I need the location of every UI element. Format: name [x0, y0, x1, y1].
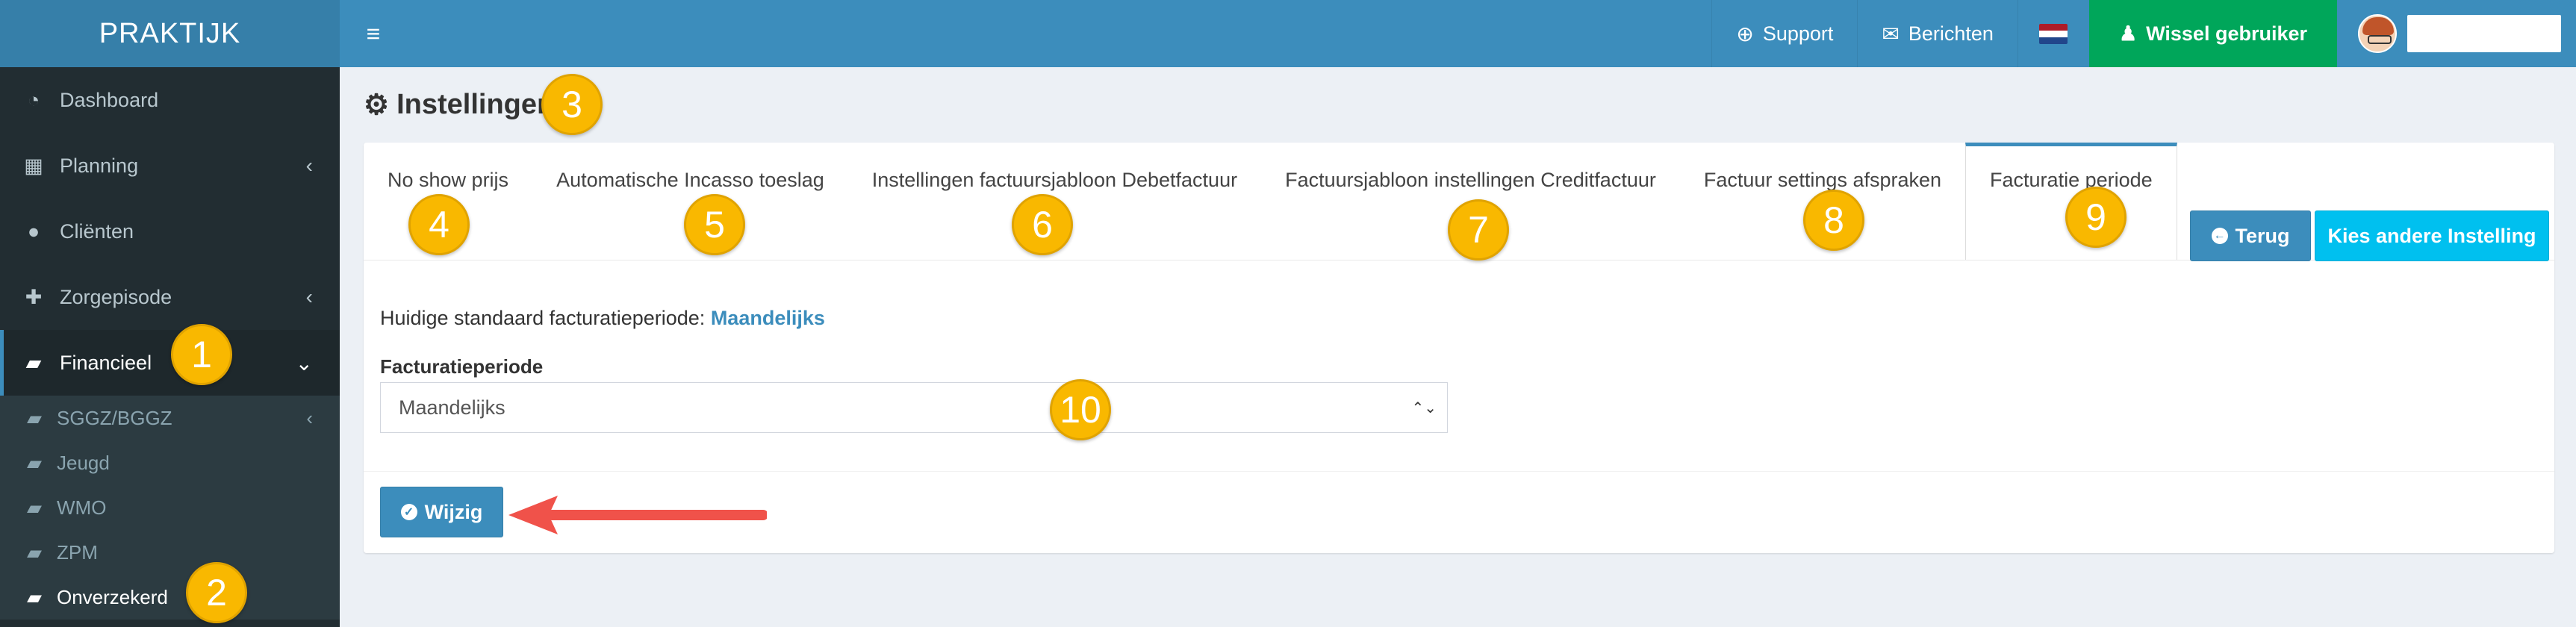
marker-9: 9 [2065, 187, 2127, 248]
current-period-label: Huidige standaard facturatieperiode: [380, 307, 706, 329]
sidebar-item-zorgepisode[interactable]: ✚ Zorgepisode ‹ [0, 264, 340, 330]
annotation-arrow-icon [508, 496, 767, 534]
sidebar: ◔ Dashboard ▦ Planning ‹ ● Cliënten ✚ Zo… [0, 67, 340, 627]
user-name-field [2407, 15, 2561, 52]
language-switch[interactable] [2017, 0, 2089, 67]
footer-divider [364, 471, 2554, 472]
sidebar-subitem-label: WMO [57, 496, 107, 519]
support-link[interactable]: ⊕ Support [1711, 0, 1857, 67]
marker-1: 1 [171, 324, 232, 385]
sidebar-subitem-sggz[interactable]: ▰ SGGZ/BGGZ ‹ [0, 396, 340, 440]
sidebar-subitem-wmo[interactable]: ▰ WMO [0, 485, 340, 530]
marker-8: 8 [1803, 190, 1864, 251]
sidebar-item-dashboard[interactable]: ◔ Dashboard [0, 67, 340, 133]
brand-logo[interactable]: PRAKTIJK [0, 0, 340, 67]
sidebar-subitem-label: Jeugd [57, 451, 110, 474]
top-navbar: ≡ ⊕ Support ✉ Berichten ♟ Wissel gebruik… [340, 0, 2576, 67]
current-period-text: Huidige standaard facturatieperiode: Maa… [380, 307, 825, 330]
sidebar-item-planning[interactable]: ▦ Planning ‹ [0, 133, 340, 199]
financieel-submenu: ▰ SGGZ/BGGZ ‹ ▰ Jeugd ▰ WMO ▰ ZPM ▰ Onve… [0, 396, 340, 620]
switch-user-button[interactable]: ♟ Wissel gebruiker [2088, 0, 2337, 67]
book-icon: ▰ [27, 496, 42, 519]
arrow-left-icon: ← [2211, 228, 2228, 244]
envelope-icon: ✉ [1882, 22, 1900, 46]
user-icon: ● [27, 219, 40, 243]
period-field-label: Facturatieperiode [380, 355, 544, 378]
sidebar-subitem-label: ZPM [57, 540, 98, 564]
brand-name: PRAKTIJK [99, 17, 241, 49]
messages-label: Berichten [1908, 22, 1994, 45]
sidebar-subitem-label: SGGZ/BGGZ [57, 406, 172, 429]
marker-2: 2 [186, 562, 247, 623]
sidebar-subitem-jeugd[interactable]: ▰ Jeugd [0, 440, 340, 485]
medkit-icon: ✚ [25, 285, 43, 308]
messages-link[interactable]: ✉ Berichten [1857, 0, 2017, 67]
chevron-left-icon: ‹ [305, 154, 313, 177]
sidebar-subitem-label: Onverzekerd [57, 585, 168, 608]
gear-icon: ⚙ [364, 90, 390, 121]
period-select[interactable]: Maandelijks ⌃⌄ [380, 382, 1448, 433]
dashboard-icon: ◔ [27, 88, 40, 111]
marker-4: 4 [408, 194, 470, 255]
sidebar-item-clienten[interactable]: ● Cliënten [0, 199, 340, 264]
period-select-value: Maandelijks [399, 396, 505, 419]
marker-6: 6 [1012, 194, 1073, 255]
sidebar-subitem-onverzekerd[interactable]: ▰ Onverzekerd [0, 575, 340, 620]
book-icon: ▰ [27, 585, 42, 608]
user-menu[interactable] [2337, 0, 2576, 67]
book-icon: ▰ [27, 406, 42, 429]
marker-3: 3 [541, 74, 603, 135]
sidebar-item-label: Financieel [60, 351, 152, 374]
book-icon: ▰ [27, 451, 42, 474]
sidebar-item-label: Zorgepisode [60, 285, 172, 308]
switch-user-label: Wissel gebruiker [2146, 22, 2307, 45]
current-period-value: Maandelijks [710, 307, 825, 329]
choose-other-setting-button[interactable]: Kies andere Instelling [2315, 210, 2549, 261]
avatar [2358, 14, 2397, 53]
sidebar-item-label: Dashboard [60, 88, 159, 111]
user-secret-icon: ♟ [2118, 22, 2138, 45]
check-circle-icon: ✓ [400, 504, 417, 520]
back-button[interactable]: ← Terug [2190, 210, 2311, 261]
page-title-text: Instellingen [396, 89, 555, 120]
dutch-flag-icon [2039, 23, 2068, 44]
calendar-icon: ▦ [24, 154, 43, 177]
marker-7: 7 [1448, 199, 1509, 261]
book-icon: ▰ [27, 540, 42, 564]
marker-10: 10 [1050, 379, 1111, 440]
chevron-updown-icon: ⌃⌄ [1411, 399, 1437, 417]
sidebar-item-label: Cliënten [60, 219, 134, 243]
chevron-left-icon: ‹ [306, 406, 313, 429]
support-label: Support [1762, 22, 1834, 45]
page-title: ⚙ Instellingen [364, 88, 554, 122]
lifebuoy-icon: ⊕ [1736, 22, 1754, 46]
settings-tabs: No show prijs Automatische Incasso toesl… [364, 143, 2177, 261]
sidebar-item-financieel[interactable]: ▰ Financieel ⌄ [0, 330, 340, 396]
back-label: Terug [2235, 224, 2290, 247]
book-icon: ▰ [25, 351, 42, 374]
chevron-left-icon: ‹ [305, 285, 313, 308]
chevron-down-icon: ⌄ [295, 351, 313, 375]
marker-5: 5 [684, 194, 745, 255]
save-label: Wijzig [424, 500, 483, 523]
save-button[interactable]: ✓ Wijzig [380, 487, 503, 537]
sidebar-item-label: Planning [60, 154, 139, 177]
hamburger-icon[interactable]: ≡ [340, 0, 407, 67]
sidebar-subitem-zpm[interactable]: ▰ ZPM [0, 530, 340, 575]
